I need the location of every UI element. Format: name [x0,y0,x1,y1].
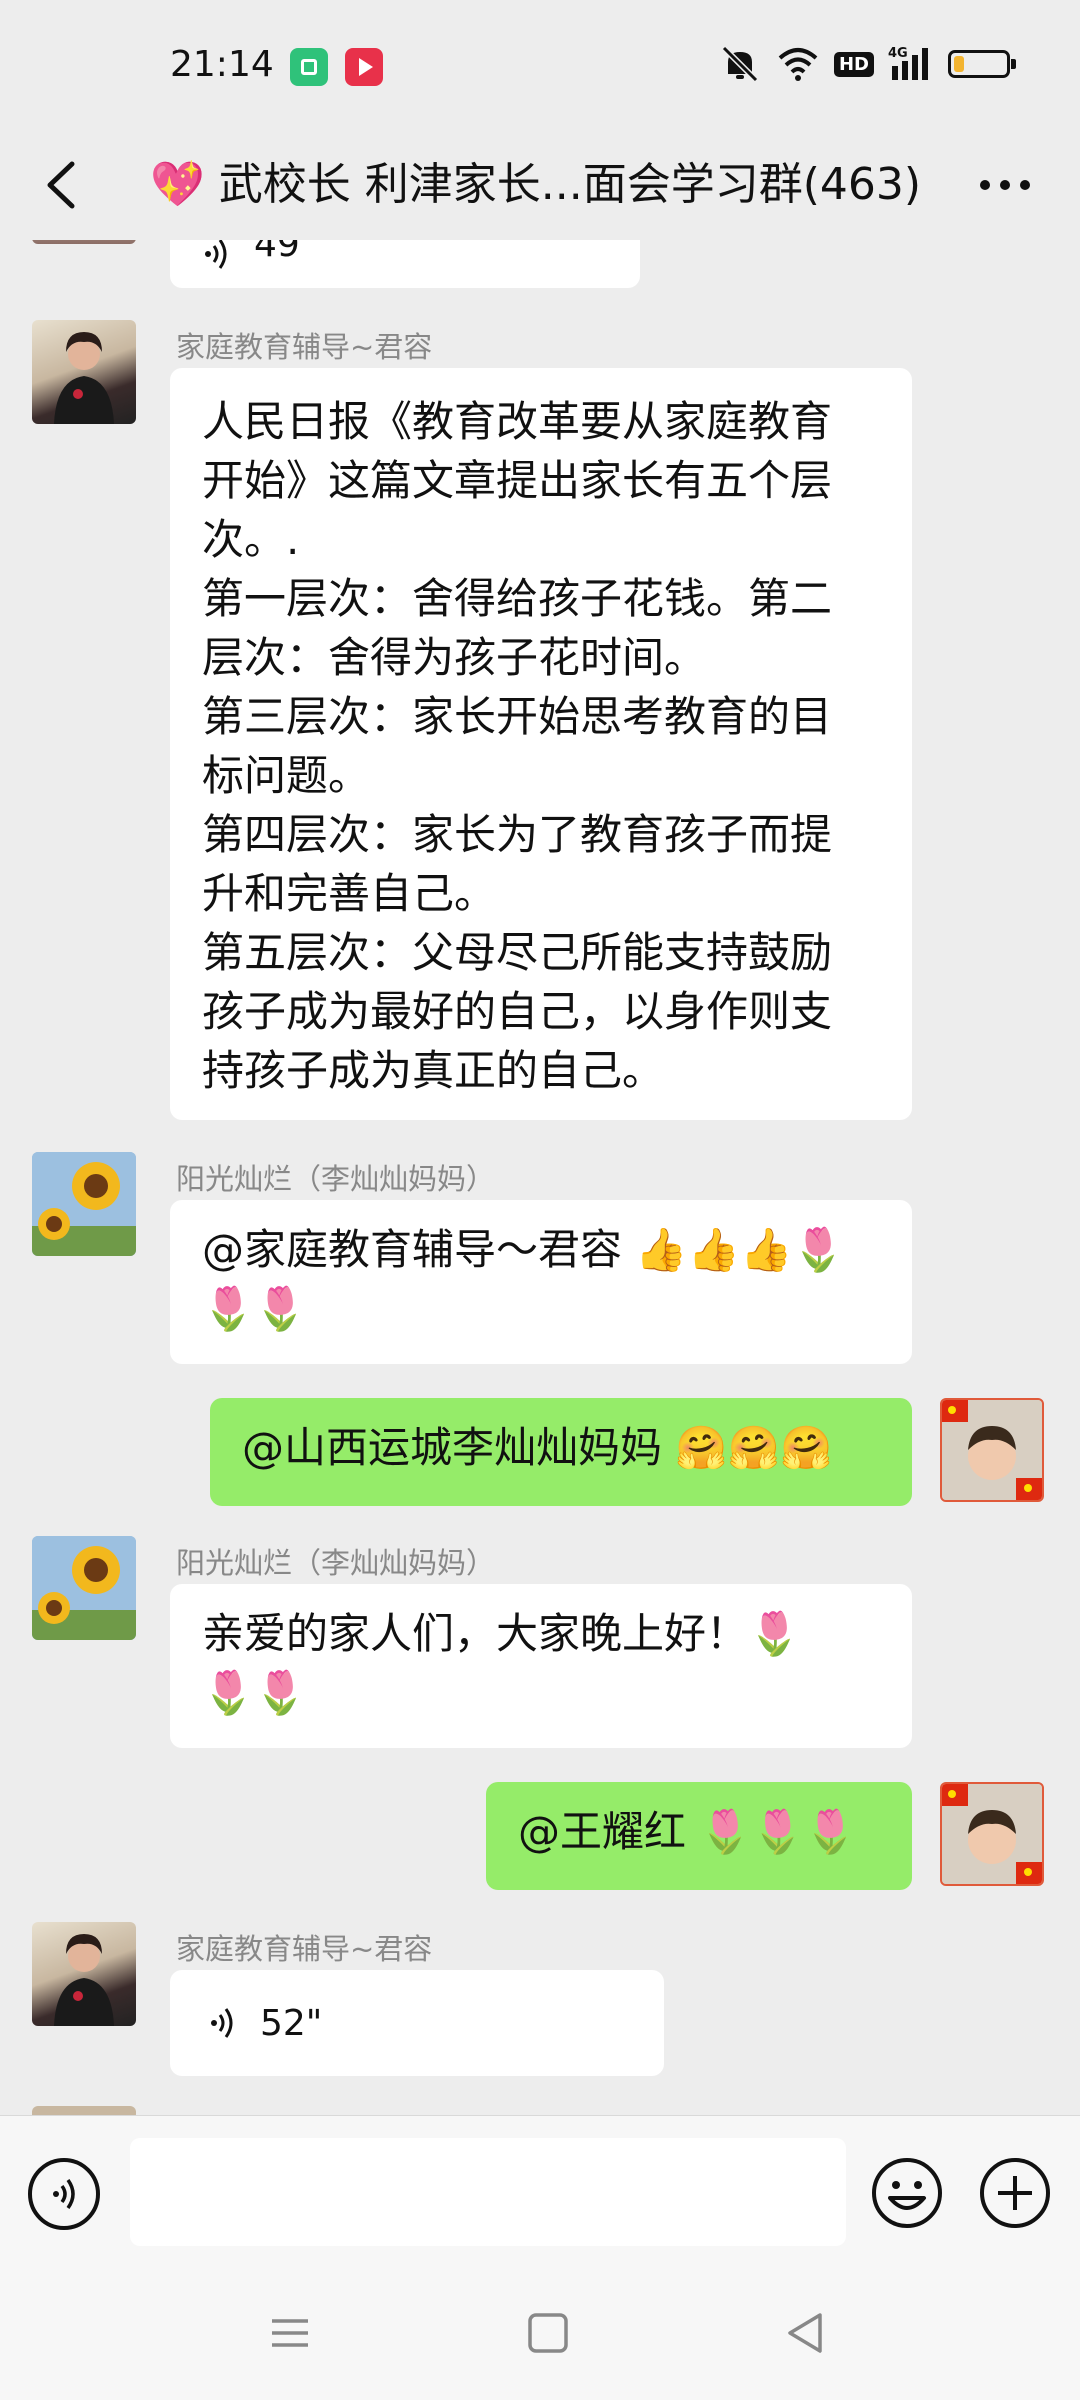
status-bar: 21:14 HD 4G [0,0,1080,130]
home-icon[interactable] [518,2303,578,2363]
message-line: 孩子成为最好的自己，以身作则支 [202,987,833,1036]
emoji-icon[interactable] [870,2156,944,2230]
network-label: 4G [888,46,908,61]
self-avatar[interactable] [940,1782,1044,1886]
message-line: 第一层次：舍得给孩子花钱。第二 [202,574,833,623]
hd-icon: HD [833,44,874,84]
signal-icon: 4G [888,44,934,84]
voice-message-bubble[interactable]: 49" [170,240,640,288]
avatar[interactable] [32,2106,136,2115]
chevron-left-icon[interactable] [30,150,100,220]
message-line: @王耀红 🌷🌷🌷 [518,1807,857,1856]
voice-wave-icon [205,240,227,269]
avatar[interactable] [32,1152,136,1256]
message-line: 持孩子成为真正的自己。 [202,1046,665,1095]
message-list[interactable]: 49" 家庭教育辅导~君容 人民日报《教育改革要从家庭教育 开始》这篇文章提出家… [0,240,1080,2115]
voice-duration: 49" [254,240,317,265]
avatar[interactable] [32,240,136,244]
chat-header: 💖 武校长 利津家长...面会学习群(463) [0,130,1080,240]
back-triangle-icon[interactable] [776,2303,836,2363]
avatar[interactable] [32,320,136,424]
message-line: 升和完善自己。 [202,869,497,918]
voice-wave-icon [211,2008,233,2038]
system-nav-bar [0,2275,1080,2400]
video-app-icon [345,48,383,86]
voice-mode-icon[interactable] [28,2158,100,2230]
avatar[interactable] [32,1536,136,1640]
message-line: 人民日报《教育改革要从家庭教育 [202,397,833,446]
sender-name: 家庭教育辅导~君容 [176,1932,433,1966]
sender-name: 阳光灿烂（李灿灿妈妈） [176,1162,496,1196]
voice-duration: 52" [260,2002,323,2044]
message-line: @山西运城李灿灿妈妈 🤗🤗🤗 [242,1423,833,1472]
message-line: 亲爱的家人们，大家晚上好！🌷 [202,1609,801,1658]
message-line: 🌷🌷 [202,1284,307,1333]
voice-message-bubble[interactable]: 52" [170,1970,664,2076]
mute-icon [718,44,762,84]
message-line: 次。. [202,515,300,564]
message-line: 🌷🌷 [202,1668,307,1717]
menu-icon[interactable] [260,2303,320,2363]
app-badge-icon [290,48,328,86]
message-line: 第五层次：父母尽己所能支持鼓励 [202,928,833,977]
message-bubble[interactable]: 人民日报《教育改革要从家庭教育 开始》这篇文章提出家长有五个层 次。. 第一层次… [170,368,912,1120]
input-bar [0,2115,1080,2276]
wifi-icon [776,44,820,84]
message-bubble[interactable]: @家庭教育辅导～君容 👍👍👍🌷 🌷🌷 [170,1200,912,1364]
plus-icon[interactable] [978,2156,1052,2230]
message-line: @家庭教育辅导～君容 👍👍👍🌷 [202,1225,845,1274]
message-line: 标问题。 [202,751,371,800]
message-bubble[interactable]: 亲爱的家人们，大家晚上好！🌷 🌷🌷 [170,1584,912,1748]
self-message-bubble[interactable]: @王耀红 🌷🌷🌷 [486,1782,912,1890]
sender-name: 家庭教育辅导~君容 [176,330,433,364]
message-input[interactable] [130,2138,846,2246]
self-message-bubble[interactable]: @山西运城李灿灿妈妈 🤗🤗🤗 [210,1398,912,1506]
self-avatar[interactable] [940,1398,1044,1502]
more-dots-icon[interactable] [970,150,1040,220]
message-line: 第四层次：家长为了教育孩子而提 [202,810,833,859]
message-line: 第三层次：家长开始思考教育的目 [202,692,833,741]
avatar[interactable] [32,1922,136,2026]
message-line: 开始》这篇文章提出家长有五个层 [202,456,833,505]
sender-name: 阳光灿烂（李灿灿妈妈） [176,1546,496,1580]
chat-title: 💖 武校长 利津家长...面会学习群(463) [150,159,922,210]
status-time: 21:14 [170,44,274,85]
battery-icon [948,44,1016,84]
message-line: 层次：舍得为孩子花时间。 [202,633,707,682]
